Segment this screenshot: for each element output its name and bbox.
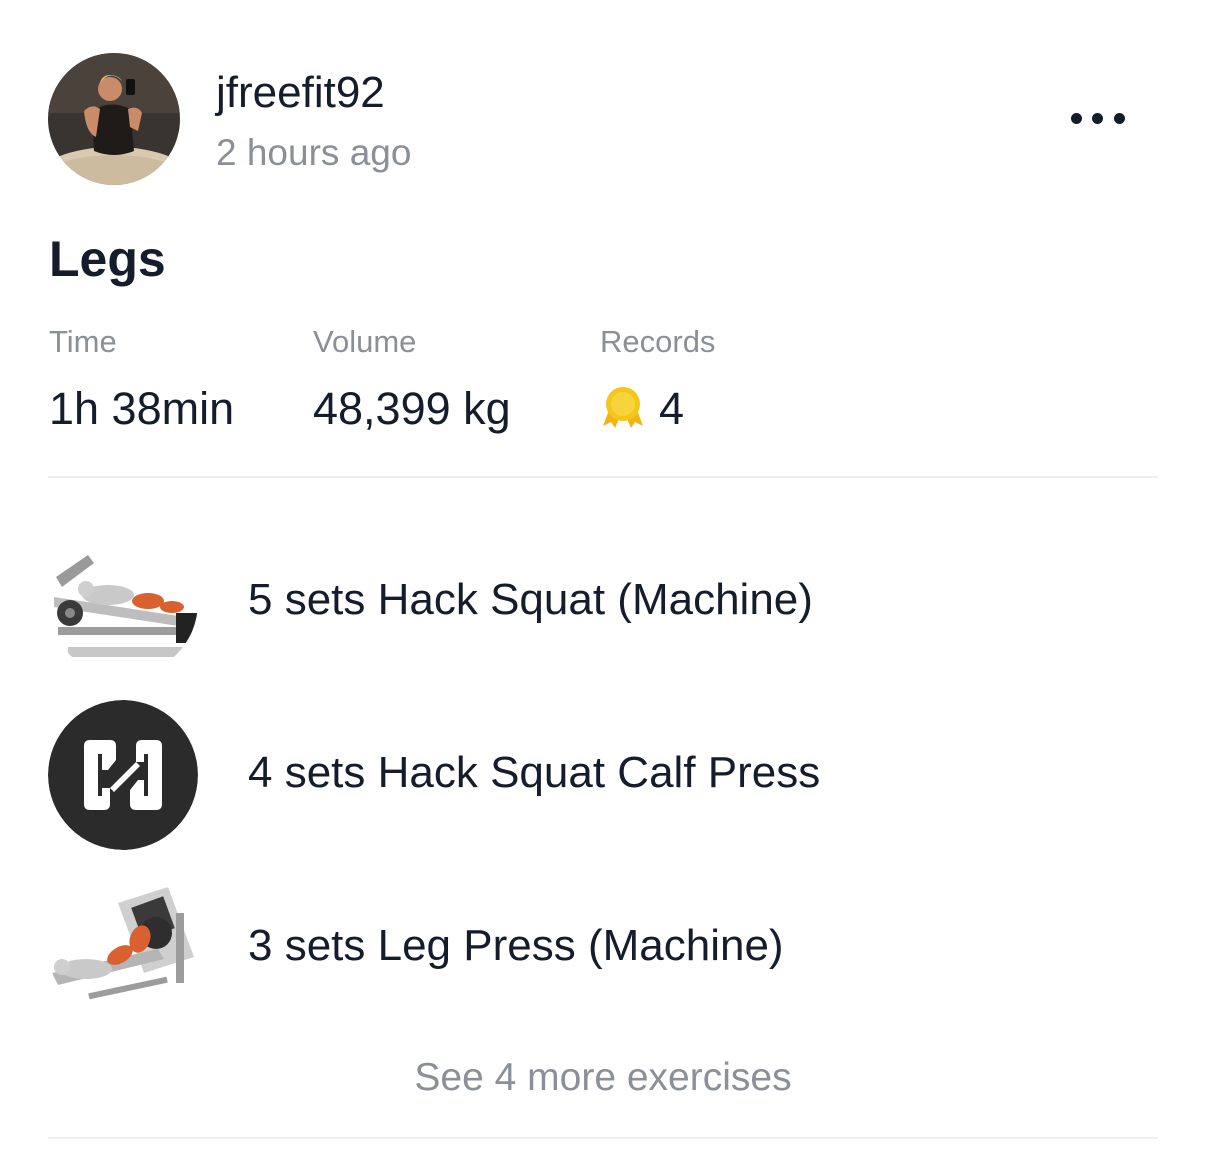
volume-label: Volume [313,324,417,359]
username[interactable]: jfreefit92 [216,66,385,120]
leg-press-illustration [48,873,198,1023]
medal-icon [599,384,647,432]
exercise-label: 4 sets Hack Squat Calf Press [248,748,821,797]
divider [48,476,1158,478]
exercise-row-hack-squat-calf-press[interactable]: 4 sets Hack Squat Calf Press [48,700,1158,850]
post-timestamp: 2 hours ago [216,132,412,173]
time-value: 1h 38min [49,383,235,434]
time-label: Time [49,324,117,359]
volume-value: 48,399 kg [313,383,511,434]
hack-squat-illustration [48,527,198,677]
user-avatar-photo [48,53,180,185]
see-more-exercises-link[interactable]: See 4 more exercises [0,1053,1206,1103]
exercise-row-leg-press[interactable]: 3 sets Leg Press (Machine) [48,873,1158,1023]
workout-title: Legs [49,231,166,287]
exercise-label: 5 sets Hack Squat (Machine) [248,575,813,624]
more-options-button[interactable] [1058,98,1138,140]
exercise-row-hack-squat[interactable]: 5 sets Hack Squat (Machine) [48,527,1158,677]
app-logo-icon [48,700,198,850]
avatar[interactable] [48,53,180,185]
divider [48,1137,1158,1139]
records-value: 4 [659,383,685,434]
records-label: Records [600,324,716,359]
exercise-label: 3 sets Leg Press (Machine) [248,921,784,970]
